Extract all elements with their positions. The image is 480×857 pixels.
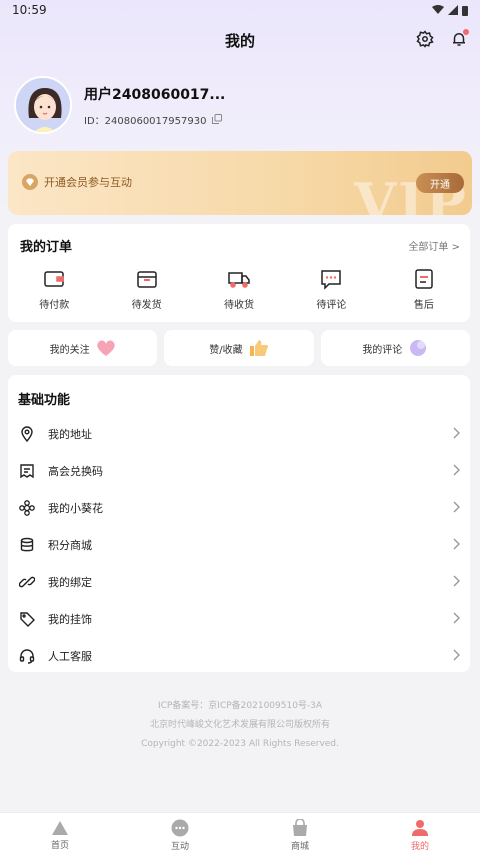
wallet-icon xyxy=(44,271,64,287)
chevron-right-icon xyxy=(453,649,460,661)
order-item-label: 待收货 xyxy=(224,300,255,311)
tab-label: 互动 xyxy=(170,841,189,852)
chevron-right-icon xyxy=(453,538,460,550)
after-sales-icon xyxy=(415,269,433,289)
order-item-pending-review[interactable]: 待评论 xyxy=(285,268,377,311)
menu-item-label: 人工客服 xyxy=(48,649,92,663)
orders-title: 我的订单 xyxy=(20,240,73,255)
menu-item-label: 我的绑定 xyxy=(48,575,92,589)
chevron-right-icon xyxy=(453,427,460,439)
order-item-label: 待付款 xyxy=(39,300,70,311)
menu-item-label: 我的地址 xyxy=(48,427,92,441)
coins-icon xyxy=(18,536,36,554)
truck-icon xyxy=(228,272,250,288)
quick-label: 我的关注 xyxy=(49,344,90,356)
tab-shop[interactable]: 商城 xyxy=(240,813,360,857)
menu-item-pendants[interactable]: 我的挂饰 xyxy=(8,600,470,637)
vip-membership-card[interactable]: VIP 开通会员参与互动 开通 xyxy=(8,151,472,215)
basic-functions-list: 我的地址 高会兑换码 我的小葵花 积分商城 我的绑定 我的挂饰 人工客服 xyxy=(8,415,470,674)
order-item-after-sales[interactable]: 售后 xyxy=(378,268,470,311)
status-icons xyxy=(432,5,468,16)
tab-home[interactable]: 首页 xyxy=(0,813,120,857)
chat-bubble-icon xyxy=(410,340,427,356)
quick-label: 赞/收藏 xyxy=(209,344,243,356)
bottom-tab-bar: 首页 互动 商城 我的 xyxy=(0,812,480,857)
menu-item-points-mall[interactable]: 积分商城 xyxy=(8,526,470,563)
vip-open-button[interactable]: 开通 xyxy=(416,173,464,193)
order-item-pending-shipment[interactable]: 待发货 xyxy=(100,268,192,311)
notification-bell-icon[interactable] xyxy=(448,28,470,50)
tab-mine[interactable]: 我的 xyxy=(360,813,480,857)
user-id-row: ID：2408060017957930 xyxy=(84,112,225,127)
menu-item-customer-service[interactable]: 人工客服 xyxy=(8,637,470,674)
settings-gear-icon[interactable] xyxy=(414,28,436,50)
icp-record[interactable]: ICP备案号：京ICP备2021009510号-3A xyxy=(0,697,480,716)
chevron-right-icon xyxy=(453,464,460,476)
tab-label: 我的 xyxy=(410,841,429,852)
my-orders-card: 我的订单 全部订单 > 待付款 待发货 待收货 待评论 售后 xyxy=(8,224,470,322)
footer-info: ICP备案号：京ICP备2021009510号-3A 北京时代峰峻文化艺术发展有… xyxy=(0,697,480,754)
order-item-label: 待评论 xyxy=(316,300,347,311)
top-header: 我的 xyxy=(0,20,480,60)
chevron-right-icon xyxy=(453,501,460,513)
menu-item-redeem-code[interactable]: 高会兑换码 xyxy=(8,452,470,489)
interact-icon xyxy=(171,819,189,836)
vip-prompt-text: 开通会员参与互动 xyxy=(44,176,132,189)
quick-label: 我的评论 xyxy=(362,344,403,356)
my-follows-button[interactable]: 我的关注 xyxy=(8,330,158,366)
location-icon xyxy=(18,425,36,443)
coupon-icon xyxy=(18,462,36,480)
chevron-right-icon xyxy=(453,612,460,624)
basic-functions-title: 基础功能 xyxy=(18,393,71,408)
menu-item-label: 高会兑换码 xyxy=(48,464,103,478)
wifi-icon xyxy=(432,5,444,14)
order-item-pending-receipt[interactable]: 待收货 xyxy=(193,268,285,311)
menu-item-label: 我的挂饰 xyxy=(48,612,92,626)
diamond-icon xyxy=(22,174,38,190)
home-icon xyxy=(52,820,68,835)
my-comments-button[interactable]: 我的评论 xyxy=(320,330,470,366)
notification-dot xyxy=(463,29,469,35)
company-copyright: 北京时代峰峻文化艺术发展有限公司版权所有 xyxy=(149,720,330,730)
tab-label: 首页 xyxy=(50,840,69,851)
signal-icon xyxy=(448,5,458,15)
menu-item-address[interactable]: 我的地址 xyxy=(8,415,470,452)
basic-functions-card: 基础功能 我的地址 高会兑换码 我的小葵花 积分商城 我的绑定 我的挂饰 人工客… xyxy=(8,375,470,672)
shop-bag-icon xyxy=(293,818,307,836)
tab-interact[interactable]: 互动 xyxy=(120,813,240,857)
menu-item-bindings[interactable]: 我的绑定 xyxy=(8,563,470,600)
username[interactable]: 用户2408060017... xyxy=(84,84,225,104)
menu-item-label: 积分商城 xyxy=(48,538,92,552)
tag-icon xyxy=(18,610,36,628)
all-orders-link[interactable]: 全部订单 > xyxy=(408,238,460,253)
status-time: 10:59 xyxy=(12,3,47,17)
battery-icon xyxy=(462,5,468,16)
menu-item-label: 我的小葵花 xyxy=(48,501,103,515)
user-id: ID：2408060017957930 xyxy=(84,115,207,127)
heart-icon xyxy=(96,340,115,356)
copy-icon[interactable] xyxy=(212,114,223,124)
menu-item-sunflower[interactable]: 我的小葵花 xyxy=(8,489,470,526)
headset-icon xyxy=(18,647,36,665)
avatar[interactable] xyxy=(14,76,72,134)
order-item-label: 售后 xyxy=(413,300,434,311)
link-icon xyxy=(18,573,36,591)
flower-icon xyxy=(18,499,36,517)
order-item-label: 待发货 xyxy=(131,300,162,311)
page-title: 我的 xyxy=(224,31,255,50)
thumbs-up-icon xyxy=(249,340,268,356)
status-bar: 10:59 xyxy=(0,0,480,20)
package-icon xyxy=(136,271,157,288)
tab-label: 商城 xyxy=(290,841,309,852)
chevron-right-icon xyxy=(453,575,460,587)
profile-section[interactable]: 用户2408060017... ID：2408060017957930 xyxy=(14,75,466,135)
comment-icon xyxy=(321,270,342,290)
quick-actions-row: 我的关注 赞/收藏 我的评论 xyxy=(8,330,470,366)
order-item-pending-payment[interactable]: 待付款 xyxy=(8,268,100,311)
likes-favorites-button[interactable]: 赞/收藏 xyxy=(164,330,314,366)
copyright-text: Copyright ©2022-2023 All Rights Reserved… xyxy=(141,739,339,749)
profile-icon xyxy=(412,819,428,836)
